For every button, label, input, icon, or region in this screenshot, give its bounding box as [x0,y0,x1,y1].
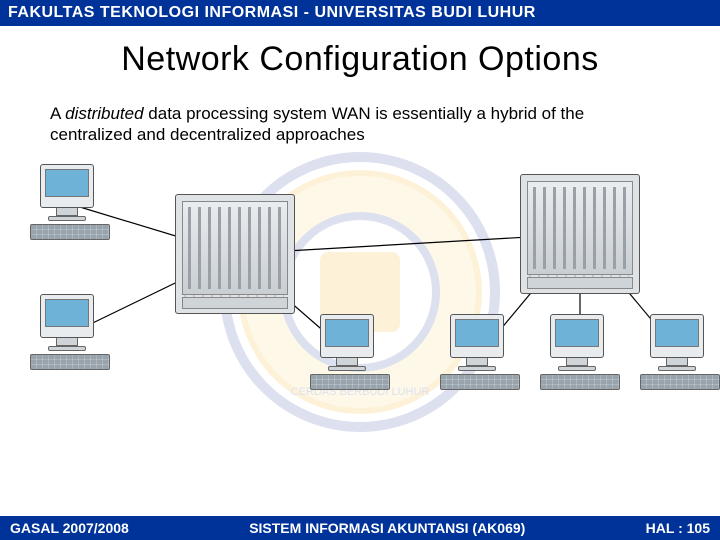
slide-title: Network Configuration Options [0,40,720,79]
footer-bar: GASAL 2007/2008 SISTEM INFORMASI AKUNTAN… [0,516,720,540]
computer-icon [440,314,520,392]
computer-icon [30,164,110,242]
header-bar: FAKULTAS TEKNOLOGI INFORMASI - UNIVERSIT… [0,0,720,26]
computer-icon [30,294,110,372]
header-text: FAKULTAS TEKNOLOGI INFORMASI - UNIVERSIT… [8,4,536,21]
footer-right: HAL : 105 [646,520,710,536]
footer-left: GASAL 2007/2008 [10,520,129,536]
body-lead-word: distributed [65,104,143,123]
server-icon [175,194,295,314]
computer-icon [540,314,620,392]
network-diagram [0,154,720,444]
footer-center: SISTEM INFORMASI AKUNTANSI (AK069) [249,520,525,536]
computer-icon [640,314,720,392]
computer-icon [310,314,390,392]
server-icon [520,174,640,294]
body-before: A [50,104,65,123]
body-text: A distributed data processing system WAN… [50,103,670,146]
